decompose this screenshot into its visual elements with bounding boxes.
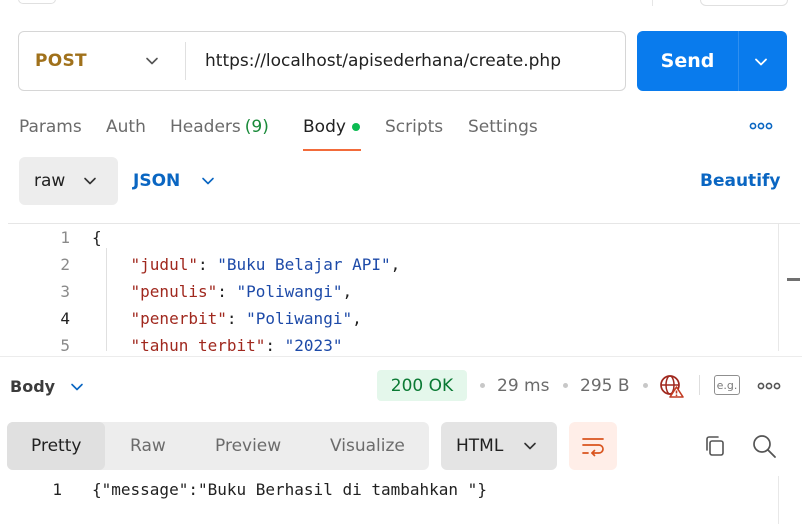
- tab-params[interactable]: Params: [19, 114, 82, 140]
- wrap-lines-button[interactable]: [569, 422, 617, 470]
- line-number: 5: [60, 336, 70, 351]
- code-line: "penulis": "Poliwangi",: [130, 282, 353, 301]
- response-divider: [0, 356, 802, 357]
- response-section-select[interactable]: Body: [10, 372, 55, 400]
- tab-scripts-label: Scripts: [385, 117, 444, 137]
- code-line: "penerbit": "Poliwangi",: [130, 309, 362, 328]
- chevron-down-icon[interactable]: [201, 174, 215, 188]
- tab-body[interactable]: Body: [303, 114, 360, 140]
- json-key: "penerbit": [130, 309, 227, 328]
- tab-headers-label: Headers: [170, 117, 241, 137]
- body-mode-label: raw: [34, 171, 66, 191]
- body-mode-select[interactable]: raw: [19, 157, 118, 205]
- method-select[interactable]: POST: [35, 32, 185, 90]
- save-as-example-icon[interactable]: e.g.: [714, 375, 740, 395]
- view-preview[interactable]: Preview: [215, 422, 281, 470]
- line-number: 3: [60, 282, 70, 301]
- editor-scroll-track: [778, 224, 779, 351]
- json-key: "tahun_terbit": [130, 336, 266, 351]
- code-line: "judul": "Buku Belajar API",: [130, 255, 401, 274]
- search-icon[interactable]: [751, 433, 777, 459]
- editor-scrollbar[interactable]: [787, 278, 800, 281]
- url-input[interactable]: https://localhost/apisederhana/create.ph…: [205, 32, 561, 90]
- json-value: "Poliwangi": [236, 282, 343, 301]
- tab-auth-label: Auth: [106, 117, 146, 137]
- send-divider: [738, 31, 739, 91]
- json-key: "penulis": [130, 282, 218, 301]
- response-view-switcher: Pretty Raw Preview Visualize: [7, 422, 429, 470]
- body-language-select[interactable]: JSON: [133, 157, 180, 205]
- top-stub-right: [700, 0, 788, 6]
- copy-icon[interactable]: [703, 434, 727, 458]
- code-brace: {: [92, 228, 102, 247]
- code-line: {: [92, 228, 102, 247]
- tab-auth[interactable]: Auth: [106, 114, 146, 140]
- meta-separator: [563, 383, 568, 388]
- request-body-editor[interactable]: 1 { 2 "judul": "Buku Belajar API", 3 "pe…: [8, 223, 800, 351]
- headers-count: (9): [244, 117, 269, 137]
- active-tab-underline: [303, 149, 361, 151]
- json-key: "judul": [130, 255, 198, 274]
- json-value: "Buku Belajar API": [217, 255, 391, 274]
- toolbar-divider: [699, 375, 700, 395]
- meta-separator: [643, 383, 648, 388]
- network-globe-warning-icon[interactable]: [659, 374, 685, 398]
- chevron-down-icon: [524, 442, 536, 450]
- send-button-group: Send: [637, 31, 787, 91]
- line-number: 1: [60, 228, 70, 247]
- tab-settings-label: Settings: [468, 117, 538, 137]
- response-time[interactable]: 29 ms: [497, 372, 549, 400]
- line-number: 4: [60, 309, 70, 328]
- more-options-icon[interactable]: [757, 378, 781, 394]
- response-code-line: {"message":"Buku Berhasil di tambahkan "…: [92, 480, 487, 499]
- top-stub-left: [18, 0, 56, 4]
- json-value: "2023": [284, 336, 343, 351]
- more-options-icon[interactable]: [749, 118, 773, 134]
- tab-headers[interactable]: Headers (9): [170, 114, 269, 140]
- chevron-down-icon[interactable]: [70, 380, 84, 394]
- top-divider: [652, 0, 653, 6]
- line-number: 2: [60, 255, 70, 274]
- tab-settings[interactable]: Settings: [468, 114, 538, 140]
- view-pretty[interactable]: Pretty: [31, 422, 81, 470]
- beautify-button[interactable]: Beautify: [700, 157, 781, 205]
- request-url-bar: POST https://localhost/apisederhana/crea…: [18, 31, 626, 91]
- response-format-select[interactable]: HTML: [441, 422, 557, 470]
- send-button[interactable]: Send: [637, 31, 738, 91]
- response-format-label: HTML: [456, 436, 504, 456]
- status-badge[interactable]: 200 OK: [377, 370, 467, 401]
- body-indicator-dot: [351, 123, 360, 131]
- wrap-lines-icon: [582, 438, 604, 457]
- response-size[interactable]: 295 B: [580, 372, 630, 400]
- response-scroll-track: [778, 476, 779, 524]
- chevron-down-icon: [84, 177, 96, 185]
- chevron-down-icon[interactable]: [753, 54, 769, 70]
- method-label: POST: [35, 51, 87, 71]
- view-visualize[interactable]: Visualize: [330, 422, 405, 470]
- json-value: "Poliwangi": [246, 309, 353, 328]
- response-line-number: 1: [52, 480, 62, 499]
- tab-scripts[interactable]: Scripts: [385, 114, 443, 140]
- meta-separator: [480, 383, 485, 388]
- tab-params-label: Params: [19, 117, 82, 137]
- url-divider: [185, 42, 186, 80]
- code-line: "tahun_terbit": "2023": [92, 336, 343, 351]
- tab-body-label: Body: [303, 117, 346, 137]
- view-raw[interactable]: Raw: [130, 422, 166, 470]
- chevron-down-icon[interactable]: [145, 54, 159, 68]
